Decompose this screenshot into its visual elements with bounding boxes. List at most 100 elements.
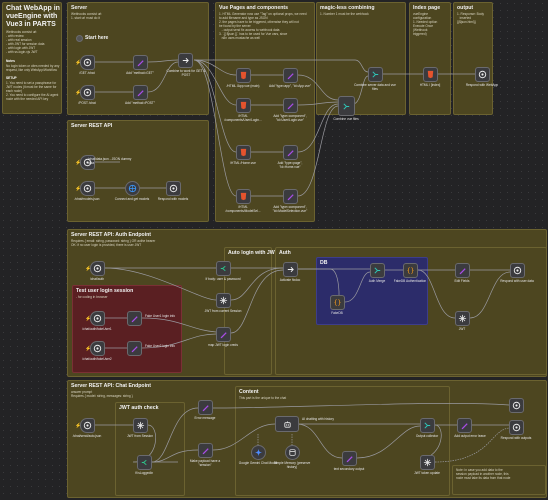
jwt-icon bbox=[219, 296, 228, 305]
pencil-icon bbox=[287, 103, 294, 110]
node-label: /chat/auth/fakeUser1 bbox=[82, 327, 112, 331]
if-branch-icon bbox=[220, 265, 226, 272]
jwt-node[interactable] bbox=[420, 455, 435, 470]
node-label: /HTML /components/ModelSel... bbox=[225, 205, 261, 213]
merge-icon bbox=[343, 102, 350, 110]
webhook-icon bbox=[83, 421, 92, 430]
node-label: Add "type=page", "id=Home.vue" bbox=[277, 161, 303, 169]
wire bbox=[297, 103, 339, 153]
webhook-node[interactable] bbox=[80, 85, 95, 100]
set-node[interactable] bbox=[198, 400, 213, 415]
pencil-icon bbox=[202, 405, 209, 412]
node-label: Respond with models bbox=[157, 197, 189, 201]
node-label: Add "type=app", "id=App.vue" bbox=[268, 84, 312, 88]
if-branch-icon bbox=[141, 459, 147, 466]
workflow-canvas[interactable]: Chat WebApp in vueEngine with Vue3 in PA… bbox=[0, 0, 548, 500]
arrow-right-icon bbox=[182, 57, 189, 64]
set-node[interactable] bbox=[283, 189, 298, 204]
merge-node[interactable] bbox=[178, 53, 193, 68]
set-node[interactable] bbox=[455, 263, 470, 278]
node-label: /HTML /components/User/Login... bbox=[224, 114, 262, 122]
node-label: Connect and get models bbox=[114, 197, 150, 201]
trigger-bolt-icon: ⚡ bbox=[75, 90, 82, 96]
code-node[interactable]: {} bbox=[403, 263, 418, 278]
pencil-icon bbox=[287, 150, 294, 157]
set-node[interactable] bbox=[283, 145, 298, 160]
merge-node[interactable] bbox=[368, 67, 383, 82]
node-label: Output collector bbox=[415, 434, 439, 438]
node-label: Combine vue files bbox=[333, 117, 359, 121]
jwt-node[interactable] bbox=[216, 293, 231, 308]
if-node[interactable] bbox=[137, 455, 152, 470]
webhook-node[interactable] bbox=[90, 341, 105, 356]
html-node[interactable] bbox=[236, 98, 251, 113]
set-node[interactable] bbox=[198, 443, 213, 458]
set-node[interactable] bbox=[283, 68, 298, 83]
set-node[interactable] bbox=[283, 98, 298, 113]
pencil-icon bbox=[202, 448, 209, 455]
wire bbox=[230, 267, 284, 301]
node-label: AI chatting with history bbox=[302, 417, 334, 421]
if-node[interactable] bbox=[216, 261, 231, 276]
html5-icon bbox=[427, 70, 434, 79]
trigger-bolt-icon: ⚡ bbox=[85, 346, 92, 352]
webhook-node[interactable] bbox=[80, 55, 95, 70]
respond-node[interactable] bbox=[166, 181, 181, 196]
merge-node[interactable] bbox=[370, 263, 385, 278]
pencil-icon bbox=[287, 73, 294, 80]
respond-node[interactable] bbox=[509, 398, 524, 413]
html5-icon bbox=[240, 101, 247, 110]
set-node[interactable] bbox=[342, 451, 357, 466]
wire bbox=[344, 271, 371, 303]
html-node[interactable] bbox=[236, 68, 251, 83]
node-label: /chat/send/auto.json bbox=[72, 434, 102, 438]
html-node[interactable] bbox=[423, 67, 438, 82]
respond-node[interactable] bbox=[475, 67, 490, 82]
http-request-node[interactable] bbox=[125, 181, 140, 196]
start-marker-icon[interactable] bbox=[76, 35, 83, 42]
webhook-node[interactable] bbox=[80, 418, 95, 433]
node-label: /POST /chat bbox=[78, 101, 96, 105]
pencil-icon bbox=[137, 90, 144, 97]
node-label: /chat/auth bbox=[90, 277, 104, 281]
trigger-bolt-icon: ⚡ bbox=[75, 423, 82, 429]
wire bbox=[417, 269, 456, 319]
set-node[interactable] bbox=[216, 327, 231, 342]
memory-node[interactable] bbox=[285, 445, 300, 460]
html-node[interactable] bbox=[236, 189, 251, 204]
set-node[interactable] bbox=[133, 55, 148, 70]
merge-node[interactable] bbox=[338, 96, 355, 116]
jwt-icon bbox=[136, 421, 145, 430]
gemini-model-node[interactable] bbox=[251, 445, 266, 460]
pencil-icon bbox=[461, 423, 468, 430]
respond-node[interactable] bbox=[509, 420, 524, 435]
merge-node[interactable] bbox=[420, 418, 435, 433]
webhook-icon bbox=[83, 58, 92, 67]
node-label: JWT from current Session bbox=[204, 309, 242, 313]
html-node[interactable] bbox=[236, 145, 251, 160]
node-label: HTML / [index] bbox=[419, 83, 441, 87]
node-label: Make payload have a "session" bbox=[189, 459, 221, 467]
webhook-node[interactable] bbox=[80, 181, 95, 196]
webhook-node[interactable] bbox=[90, 261, 105, 276]
jwt-node[interactable] bbox=[133, 418, 148, 433]
database-icon bbox=[289, 449, 296, 456]
jwt-node[interactable] bbox=[455, 311, 470, 326]
node-label: /chat/auth/fakeUser2 bbox=[82, 357, 112, 361]
webhook-node[interactable] bbox=[90, 311, 105, 326]
jwt-icon bbox=[458, 314, 467, 323]
node-label: Add "method=POST" bbox=[125, 101, 155, 105]
respond-node[interactable] bbox=[510, 263, 525, 278]
merge-icon bbox=[424, 422, 431, 429]
wire bbox=[296, 423, 343, 459]
webhook-icon bbox=[93, 344, 102, 353]
node-label: Add output error leave bbox=[454, 434, 486, 438]
pencil-icon bbox=[346, 456, 353, 463]
set-node[interactable] bbox=[457, 418, 472, 433]
node-label: Simple Memory (preserve history) bbox=[273, 461, 311, 469]
gemini-star-icon bbox=[254, 448, 263, 457]
set-node[interactable] bbox=[133, 85, 148, 100]
code-node[interactable]: {} bbox=[330, 295, 345, 310]
wire bbox=[147, 59, 179, 63]
merge-node[interactable] bbox=[283, 262, 298, 277]
